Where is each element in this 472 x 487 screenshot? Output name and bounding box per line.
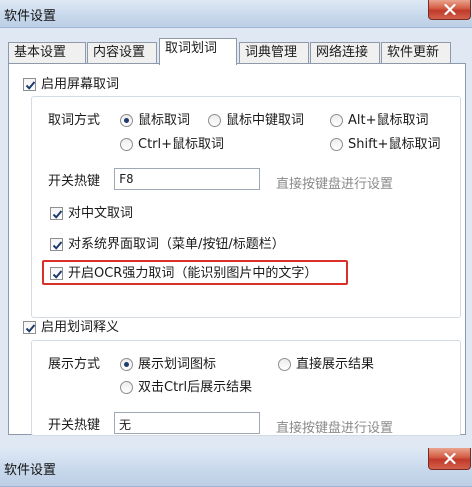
ocr-capture-checkbox[interactable]	[50, 267, 63, 280]
explain-hotkey-label: 开关热键	[48, 418, 101, 433]
tab-content-label: 内容设置	[93, 45, 146, 60]
checkmark-icon	[25, 324, 36, 333]
method-middle-button-radio[interactable]	[208, 114, 221, 127]
second-window-title: 软件设置	[4, 463, 57, 478]
second-close-button[interactable]	[428, 448, 471, 470]
tab-network-label: 网络连接	[316, 45, 369, 60]
close-icon	[443, 453, 456, 464]
mode-double-ctrl-radio[interactable]	[120, 381, 133, 394]
capture-hotkey-input[interactable]: F8	[114, 168, 260, 190]
tab-update[interactable]: 软件更新	[381, 42, 451, 64]
checkmark-icon	[25, 81, 36, 90]
explain-hotkey-input[interactable]: 无	[114, 412, 260, 434]
second-window: 软件设置	[0, 448, 472, 487]
tab-dictionary[interactable]: 词典管理	[239, 42, 309, 64]
tab-update-label: 软件更新	[387, 45, 440, 60]
enable-selection-explain-checkbox[interactable]	[23, 321, 36, 334]
explain-hotkey-hint: 直接按键盘进行设置	[276, 421, 394, 436]
mode-direct-radio[interactable]	[278, 358, 291, 371]
ocr-capture-label[interactable]: 开启OCR强力取词（能识别图片中的文字）	[68, 266, 317, 282]
mode-show-icon-label[interactable]: 展示划词图标	[138, 357, 216, 373]
settings-panel: 启用屏幕取词 取词方式 鼠标取词 鼠标中键取词 Alt+鼠标取词 Ctrl+鼠标…	[8, 63, 466, 436]
method-middle-button-label[interactable]: 鼠标中键取词	[226, 113, 304, 129]
method-ctrl-radio[interactable]	[120, 138, 133, 151]
method-shift-radio[interactable]	[330, 138, 343, 151]
chinese-capture-label[interactable]: 对中文取词	[68, 206, 133, 222]
second-title-bar: 软件设置	[0, 448, 472, 487]
window-title: 软件设置	[4, 9, 57, 24]
display-mode-label: 展示方式	[48, 357, 101, 372]
method-mouse-label[interactable]: 鼠标取词	[138, 113, 190, 129]
mode-double-ctrl-label[interactable]: 双击Ctrl后展示结果	[138, 380, 252, 396]
method-alt-radio[interactable]	[330, 114, 343, 127]
screen-capture-group: 取词方式 鼠标取词 鼠标中键取词 Alt+鼠标取词 Ctrl+鼠标取词 Shif…	[31, 96, 461, 318]
capture-method-label: 取词方式	[48, 113, 101, 128]
checkmark-icon	[52, 210, 63, 219]
tab-basic[interactable]: 基本设置	[8, 42, 86, 64]
chinese-capture-checkbox[interactable]	[50, 207, 63, 220]
tab-capture[interactable]: 取词划词	[159, 38, 237, 65]
method-ctrl-label[interactable]: Ctrl+鼠标取词	[138, 137, 224, 153]
checkmark-icon	[52, 270, 63, 279]
tab-capture-label: 取词划词	[165, 41, 218, 56]
mode-direct-label[interactable]: 直接展示结果	[296, 357, 374, 373]
tab-dictionary-label: 词典管理	[245, 45, 298, 60]
mode-show-icon-radio[interactable]	[120, 358, 133, 371]
capture-hotkey-hint: 直接按键盘进行设置	[276, 177, 394, 192]
checkmark-icon	[52, 241, 63, 250]
close-button[interactable]	[428, 0, 471, 20]
enable-selection-explain-label: 启用划词释义	[41, 320, 120, 335]
method-mouse-radio[interactable]	[120, 114, 133, 127]
close-icon	[443, 4, 456, 15]
capture-hotkey-label: 开关热键	[48, 174, 101, 189]
tab-network[interactable]: 网络连接	[310, 42, 380, 64]
tab-content[interactable]: 内容设置	[87, 42, 157, 64]
method-shift-label[interactable]: Shift+鼠标取词	[348, 137, 440, 153]
tab-basic-label: 基本设置	[14, 45, 67, 60]
method-alt-label[interactable]: Alt+鼠标取词	[348, 113, 429, 129]
enable-screen-capture-label: 启用屏幕取词	[41, 77, 120, 92]
title-bar: 软件设置	[0, 0, 472, 28]
system-ui-capture-label[interactable]: 对系统界面取词（菜单/按钮/标题栏）	[68, 237, 285, 253]
enable-screen-capture-checkbox[interactable]	[23, 78, 36, 91]
system-ui-capture-checkbox[interactable]	[50, 238, 63, 251]
selection-explain-group: 展示方式 展示划词图标 直接展示结果 双击Ctrl后展示结果 开关热键 无 直接…	[31, 340, 461, 436]
